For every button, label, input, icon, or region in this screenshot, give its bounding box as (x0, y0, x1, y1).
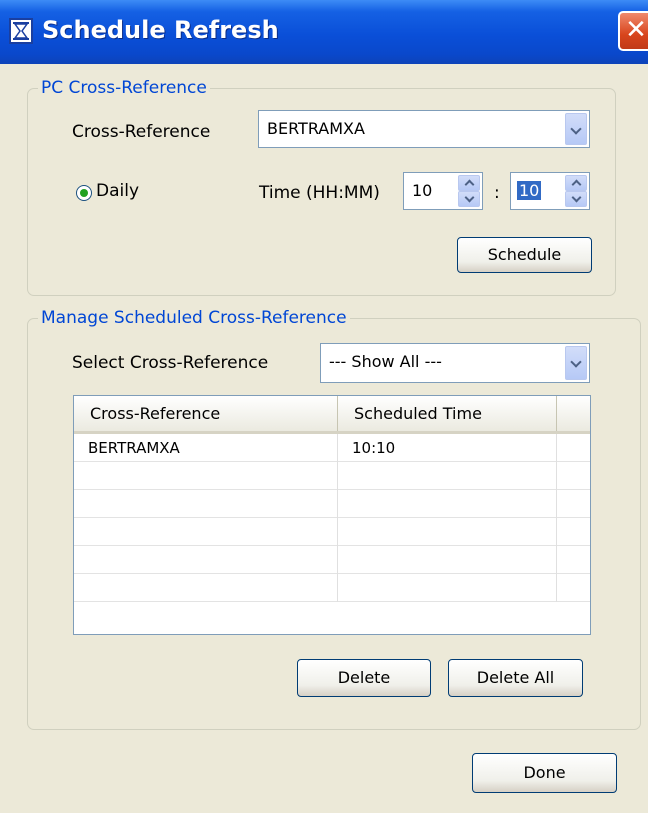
time-colon: : (494, 183, 500, 203)
done-button[interactable]: Done (472, 753, 617, 793)
schedule-button[interactable]: Schedule (457, 237, 592, 273)
column-header-scheduled-time[interactable]: Scheduled Time (338, 396, 557, 431)
minute-up-icon[interactable] (565, 175, 587, 191)
cell-scheduled-time (338, 490, 557, 518)
hour-up-icon[interactable] (458, 175, 480, 191)
cross-reference-dropdown[interactable]: BERTRAMXA (258, 110, 590, 148)
cell-cross-reference (74, 462, 338, 490)
daily-radio[interactable] (76, 185, 92, 201)
cell-cross-reference (74, 518, 338, 546)
select-cross-reference-dropdown[interactable]: --- Show All --- (320, 343, 590, 383)
close-button[interactable]: ✕ (618, 11, 648, 51)
table-row[interactable] (74, 462, 590, 490)
hour-down-icon[interactable] (458, 191, 480, 207)
hour-spinner[interactable]: 10 (403, 172, 483, 210)
chevron-down-icon[interactable] (565, 113, 587, 145)
cross-reference-value: BERTRAMXA (267, 119, 365, 138)
window-title: Schedule Refresh (42, 16, 279, 44)
cell-scheduled-time (338, 462, 557, 490)
select-cross-reference-value: --- Show All --- (329, 352, 442, 371)
table-row[interactable]: BERTRAMXA 10:10 (74, 434, 590, 462)
delete-button[interactable]: Delete (297, 659, 431, 697)
chevron-down-icon[interactable] (565, 346, 587, 380)
daily-label[interactable]: Daily (96, 181, 139, 201)
table-row[interactable] (74, 546, 590, 574)
cell-scheduled-time: 10:10 (338, 434, 557, 462)
pc-cross-reference-legend: PC Cross-Reference (41, 78, 207, 98)
cell-cross-reference (74, 546, 338, 574)
minute-down-icon[interactable] (565, 191, 587, 207)
cell-scheduled-time (338, 574, 557, 602)
select-cross-reference-label: Select Cross-Reference (72, 353, 269, 373)
column-header-cross-reference[interactable]: Cross-Reference (74, 396, 338, 431)
time-label: Time (HH:MM) (259, 183, 380, 203)
scheduled-table[interactable]: Cross-Reference Scheduled Time BERTRAMXA… (73, 395, 591, 635)
cell-scheduled-time (338, 546, 557, 574)
manage-scheduled-legend: Manage Scheduled Cross-Reference (41, 308, 347, 328)
cell-scheduled-time (338, 518, 557, 546)
cross-reference-label: Cross-Reference (72, 122, 211, 142)
table-row[interactable] (74, 574, 590, 602)
cell-cross-reference: BERTRAMXA (74, 434, 338, 462)
title-bar: Schedule Refresh ✕ (0, 0, 648, 64)
table-row[interactable] (74, 518, 590, 546)
delete-all-button[interactable]: Delete All (448, 659, 583, 697)
hour-value: 10 (412, 181, 433, 200)
hourglass-icon (9, 18, 33, 44)
cell-cross-reference (74, 490, 338, 518)
minute-value: 10 (517, 181, 542, 200)
cell-cross-reference (74, 574, 338, 602)
table-row[interactable] (74, 490, 590, 518)
table-header: Cross-Reference Scheduled Time (74, 396, 590, 434)
minute-spinner[interactable]: 10 (510, 172, 590, 210)
